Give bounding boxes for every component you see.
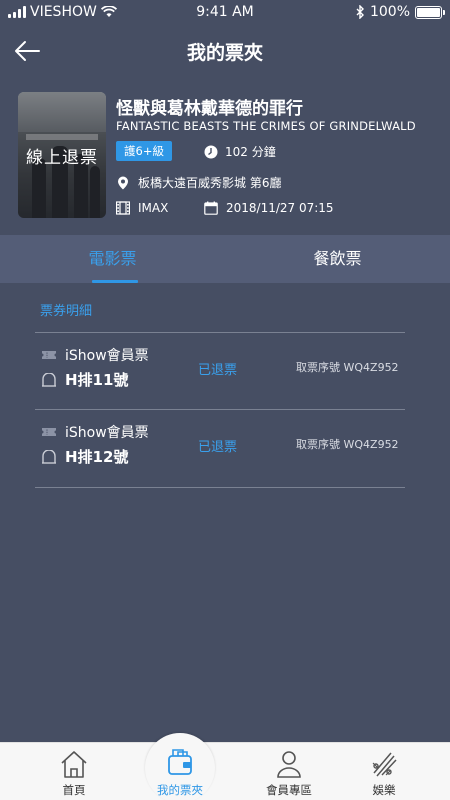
nav-member[interactable]: 會員專區 [244,743,334,800]
nav-entertainment-label: 娛樂 [372,783,396,797]
datetime: 2018/11/27 07:15 [204,201,334,215]
seat-text: H排11號 [65,371,129,389]
status-bar: VIESHOW 9:41 AM 100% [0,0,450,26]
ticket-row[interactable]: iShow會員票 H排12號 已退票 取票序號 WQ4Z952 [35,410,405,486]
pickup-code: 取票序號 WQ4Z952 [296,361,399,374]
movie-poster[interactable]: 線上退票 [18,92,106,218]
seat-icon [42,449,56,464]
seat-text: H排12號 [65,448,129,466]
duration: 102 分鐘 [204,143,276,160]
ticket-icon [42,351,56,359]
battery-icon [415,5,445,19]
format-text: IMAX [138,201,169,215]
calendar-icon [204,201,218,215]
format: IMAX [116,201,168,215]
nav-home-label: 首頁 [62,783,86,797]
home-icon [61,751,87,778]
location-text: 板橋大遠百威秀影城 第6廳 [138,176,282,190]
nav-entertainment[interactable]: 娛樂 [339,743,429,800]
battery-percent: 100% [369,4,410,20]
nav-member-label: 會員專區 [266,783,312,797]
ticket-type-text: iShow會員票 [65,348,149,364]
rating-badge: 護6+級 [116,141,172,161]
ticket-row[interactable]: iShow會員票 H排11號 已退票 取票序號 WQ4Z952 [35,333,405,409]
divider [35,487,405,488]
refund-status: 已退票 [198,440,238,455]
film-icon [116,201,130,215]
datetime-text: 2018/11/27 07:15 [226,201,334,215]
ticket-type: iShow會員票 [41,422,149,442]
seat-icon [42,372,56,387]
tab-food-tickets[interactable]: 餐飲票 [225,235,450,283]
ticket-seat: H排12號 [41,446,128,467]
ticket-tab-bar: 電影票 餐飲票 [0,235,450,283]
movie-title-en: FANTASTIC BEASTS THE CRIMES OF GRINDELWA… [116,119,416,133]
pickup-code: 取票序號 WQ4Z952 [296,438,399,451]
page-title: 我的票夾 [186,42,263,64]
ticket-icon [42,428,56,436]
ticket-details-label: 票券明細 [40,304,93,319]
nav-my-tickets-label: 我的票夾 [157,783,203,797]
ticket-type-text: iShow會員票 [65,425,149,441]
bottom-nav: 首頁 會員專區 娛樂 [0,742,450,800]
refund-online-label[interactable]: 線上退票 [18,92,106,218]
location-pin-icon [118,176,128,189]
wallet-icon [168,749,192,775]
nav-home[interactable]: 首頁 [29,743,119,800]
duration-text: 102 分鐘 [225,145,276,159]
refund-status: 已退票 [198,363,238,378]
ticket-seat: H排11號 [41,369,128,390]
movie-title: 怪獸與葛林戴華德的罪行 [116,99,303,119]
tab-movie-tickets[interactable]: 電影票 [0,235,225,283]
clock-icon [204,145,218,158]
entertainment-icon [372,752,397,777]
active-tab-indicator [92,280,138,283]
bluetooth-icon [356,5,364,19]
ticket-type: iShow會員票 [41,345,149,365]
nav-bar: 我的票夾 [0,26,450,76]
movie-info: 線上退票 怪獸與葛林戴華德的罪行 FANTASTIC BEASTS THE CR… [0,88,450,234]
status-right: 100% [356,4,445,20]
location: 板橋大遠百威秀影城 第6廳 [116,174,281,191]
person-icon [277,751,301,778]
nav-my-tickets[interactable]: 我的票夾 [135,738,225,800]
